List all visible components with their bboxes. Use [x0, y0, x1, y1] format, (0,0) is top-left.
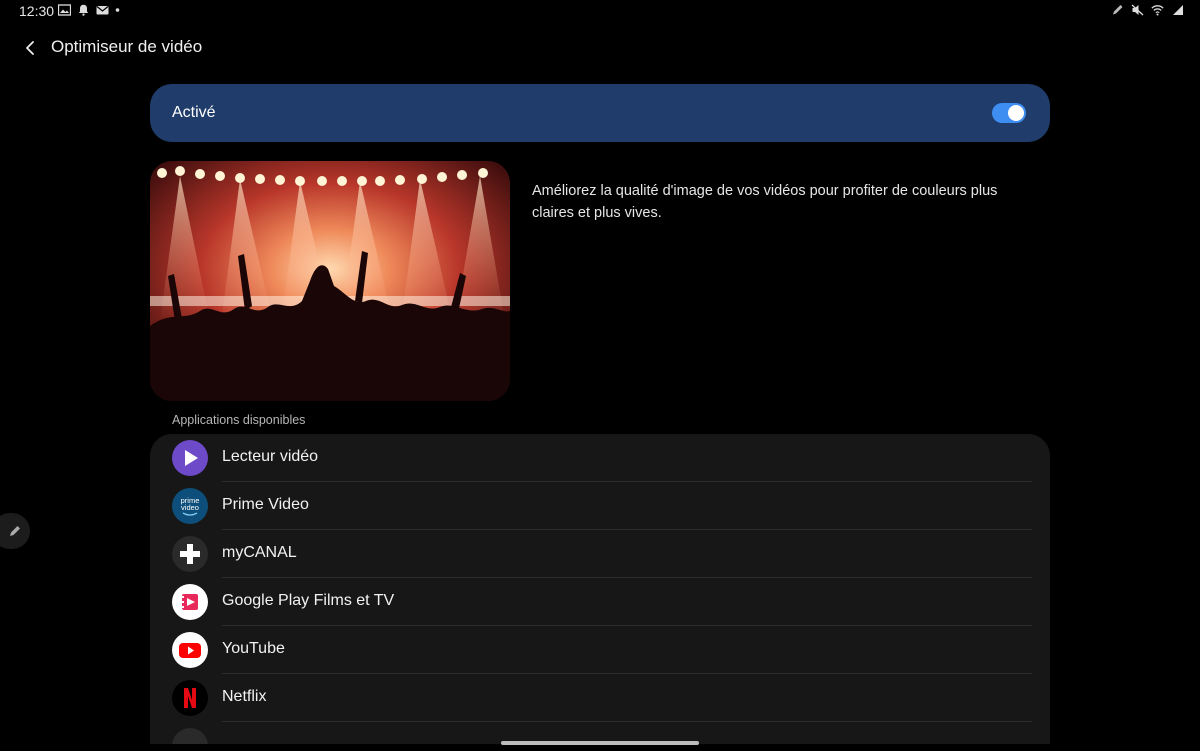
list-item-youtube[interactable]: YouTube: [150, 626, 1050, 674]
app-name: Google Play Films et TV: [222, 592, 395, 609]
pen-icon: [1113, 5, 1123, 15]
back-button[interactable]: [16, 34, 44, 62]
youtube-icon: [172, 632, 208, 668]
app-name: myCANAL: [222, 544, 297, 561]
google-play-movies-icon: [172, 584, 208, 620]
activated-toggle-card[interactable]: Activé: [150, 84, 1050, 142]
prime-video-icon: prime video: [172, 488, 208, 524]
header: Optimiseur de vidéo: [0, 28, 600, 68]
page-title: Optimiseur de vidéo: [51, 37, 203, 56]
activated-switch[interactable]: [992, 103, 1026, 123]
mute-icon: [1131, 4, 1144, 16]
list-item-netflix[interactable]: Netflix: [150, 674, 1050, 722]
svg-text:video: video: [181, 503, 199, 512]
dot-icon: [115, 8, 120, 12]
chevron-left-icon: [26, 41, 34, 55]
concert-hero-image: [150, 161, 510, 401]
wifi-icon: [1151, 5, 1164, 16]
app-list: Lecteur vidéo prime video Prime Video my…: [150, 434, 1050, 744]
app-name: Prime Video: [222, 496, 309, 513]
status-time: 12:30: [19, 3, 55, 19]
mail-icon: [96, 6, 109, 15]
navigation-gesture-handle[interactable]: [501, 741, 699, 745]
list-item-google-play-movies[interactable]: Google Play Films et TV: [150, 578, 1050, 626]
app-name: YouTube: [222, 640, 285, 657]
hero-description: Améliorez la qualité d'image de vos vidé…: [532, 183, 998, 221]
app-name: Netflix: [222, 688, 267, 705]
signal-icon: [1173, 5, 1183, 15]
edge-panel-handle[interactable]: [0, 513, 30, 549]
list-item-mycanal[interactable]: myCANAL: [150, 530, 1050, 578]
video-player-icon: [172, 440, 208, 476]
toggle-label: Activé: [172, 104, 216, 121]
partial-app-icon: [172, 728, 208, 744]
notification-bell-icon: [78, 4, 89, 16]
mycanal-icon: [172, 536, 208, 572]
switch-knob: [1008, 105, 1024, 121]
image-icon: [58, 4, 71, 16]
netflix-icon: [172, 680, 208, 716]
section-label-available-apps: Applications disponibles: [172, 413, 306, 427]
list-item-prime-video[interactable]: prime video Prime Video: [150, 482, 1050, 530]
list-item-video-player[interactable]: Lecteur vidéo: [150, 434, 1050, 482]
status-bar: 12:30: [0, 0, 1200, 22]
app-name: Lecteur vidéo: [222, 448, 319, 465]
pen-icon: [10, 526, 20, 536]
